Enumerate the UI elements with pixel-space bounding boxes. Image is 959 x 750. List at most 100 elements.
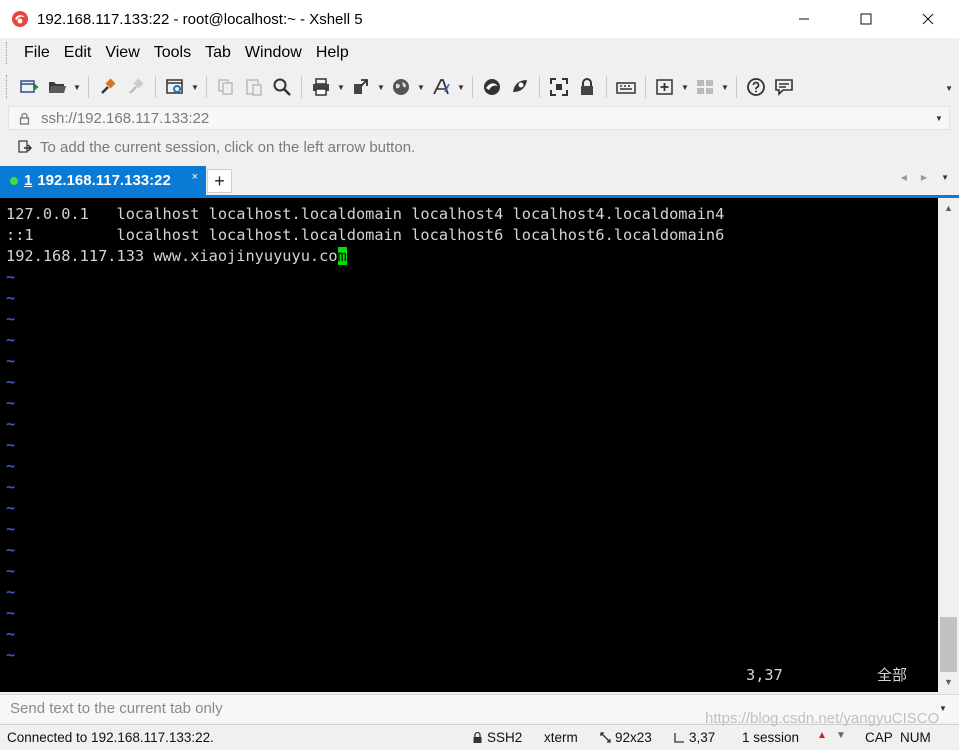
chat-bubble-icon <box>775 79 793 96</box>
tab-navigation: ◀ ▶ ▼ <box>901 173 949 182</box>
empty-line-tilde: ~ <box>6 541 16 559</box>
encoding-button[interactable] <box>387 73 415 101</box>
terminal-size-status: 92x23 <box>600 730 652 745</box>
scroll-up-icon[interactable]: ▲ <box>938 200 959 216</box>
new-session-button[interactable] <box>15 73 43 101</box>
menu-edit[interactable]: Edit <box>57 44 99 62</box>
layout-dropdown[interactable]: ▼ <box>719 73 731 101</box>
window-title: 192.168.117.133:22 - root@localhost:~ - … <box>37 10 363 28</box>
empty-line-tilde: ~ <box>6 499 16 517</box>
feedback-button[interactable] <box>770 73 798 101</box>
cursor-status: 3,37 <box>674 730 715 745</box>
close-window-button[interactable] <box>897 0 959 38</box>
xftp-button[interactable] <box>478 73 506 101</box>
scroll-down-icon[interactable]: ▼ <box>938 674 959 690</box>
add-tab-button[interactable]: + <box>207 169 232 193</box>
menu-tools[interactable]: Tools <box>147 44 198 62</box>
add-session-arrow-icon[interactable] <box>18 140 34 154</box>
print-button[interactable] <box>307 73 335 101</box>
print-dropdown[interactable]: ▼ <box>335 73 347 101</box>
protocol-label: SSH2 <box>487 730 523 745</box>
properties-button[interactable] <box>161 73 189 101</box>
plug-icon <box>101 78 116 94</box>
menu-file[interactable]: File <box>17 44 57 62</box>
layout-button[interactable] <box>691 73 719 101</box>
xmanager-icon <box>513 80 527 92</box>
protocol-status: SSH2 <box>472 730 522 745</box>
new-session-icon <box>20 80 38 93</box>
toolbar-overflow-icon[interactable]: ▼ <box>945 84 953 93</box>
help-icon <box>747 78 765 96</box>
menu-help[interactable]: Help <box>309 44 356 62</box>
toolbar-separator <box>155 76 156 98</box>
menu-window[interactable]: Window <box>238 44 309 62</box>
tab-next-icon[interactable]: ▶ <box>921 173 927 182</box>
terminal-screen[interactable]: 127.0.0.1 localhost localhost.localdomai… <box>0 198 938 692</box>
empty-line-tilde: ~ <box>6 646 16 664</box>
session-hint-bar: To add the current session, click on the… <box>8 134 950 160</box>
terminal-cursor: m <box>337 247 347 265</box>
resize-icon <box>600 732 611 743</box>
font-button[interactable] <box>427 73 455 101</box>
transfer-dropdown[interactable]: ▼ <box>375 73 387 101</box>
empty-line-tilde: ~ <box>6 373 16 391</box>
unplug-icon <box>129 78 144 94</box>
toolbar-separator <box>88 76 89 98</box>
copy-icon <box>218 79 233 95</box>
empty-line-tilde: ~ <box>6 310 16 328</box>
lock-icon <box>581 78 593 95</box>
tab-close-icon[interactable]: × <box>192 171 198 183</box>
terminal-line: ::1 localhost localhost.localdomain loca… <box>6 226 725 244</box>
copy-button[interactable] <box>212 73 240 101</box>
disconnect-button[interactable] <box>122 73 150 101</box>
properties-dropdown[interactable]: ▼ <box>189 73 201 101</box>
cursor-position-icon <box>674 733 684 743</box>
empty-line-tilde: ~ <box>6 331 16 349</box>
xshell-logo-icon <box>12 11 28 27</box>
open-button[interactable] <box>43 73 71 101</box>
terminal-line: 192.168.117.133 www.xiaojinyuyuyu.com <box>6 246 347 267</box>
minimize-button[interactable] <box>773 0 835 38</box>
xmanager-button[interactable] <box>506 73 534 101</box>
terminal-scrollbar[interactable]: ▲ ▼ <box>938 198 959 692</box>
vim-cursor-position: 3,37 <box>746 666 783 684</box>
toolbar-separator <box>539 76 540 98</box>
encoding-dropdown[interactable]: ▼ <box>415 73 427 101</box>
help-button[interactable] <box>742 73 770 101</box>
toolbar-separator <box>736 76 737 98</box>
keyboard-button[interactable] <box>612 73 640 101</box>
empty-line-tilde: ~ <box>6 352 16 370</box>
fullscreen-button[interactable] <box>545 73 573 101</box>
transfer-button[interactable] <box>347 73 375 101</box>
tab-prev-icon[interactable]: ◀ <box>901 173 907 182</box>
empty-line-tilde: ~ <box>6 436 16 454</box>
font-icon <box>433 79 450 95</box>
compose-dropdown-icon[interactable]: ▼ <box>939 704 959 713</box>
tab-session-1[interactable]: 1 192.168.117.133:22 × <box>0 166 206 195</box>
tab-bar: 1 192.168.117.133:22 × + ◀ ▶ ▼ <box>0 164 959 198</box>
menu-tab[interactable]: Tab <box>198 44 238 62</box>
connect-button[interactable] <box>94 73 122 101</box>
address-dropdown-icon[interactable]: ▼ <box>935 114 949 123</box>
compose-input[interactable]: Send text to the current tab only <box>10 700 939 717</box>
empty-line-tilde: ~ <box>6 520 16 538</box>
add-tab-icon <box>656 79 673 95</box>
scroll-thumb[interactable] <box>940 617 957 672</box>
compose-bar[interactable]: Send text to the current tab only ▼ <box>0 694 959 722</box>
lock-button[interactable] <box>573 73 601 101</box>
upload-arrow-icon: ▲ <box>817 730 827 741</box>
paste-button[interactable] <box>240 73 268 101</box>
num-lock-status: NUM <box>900 730 931 745</box>
status-bar: Connected to 192.168.117.133:22. SSH2 xt… <box>0 724 959 750</box>
menu-view[interactable]: View <box>98 44 146 62</box>
maximize-button[interactable] <box>835 0 897 38</box>
new-tab-dropdown[interactable]: ▼ <box>679 73 691 101</box>
new-tab-button[interactable] <box>651 73 679 101</box>
search-icon <box>273 78 291 96</box>
open-dropdown[interactable]: ▼ <box>71 73 83 101</box>
tab-list-icon[interactable]: ▼ <box>941 173 949 182</box>
address-bar[interactable]: ssh://192.168.117.133:22 ▼ <box>8 106 950 130</box>
find-button[interactable] <box>268 73 296 101</box>
address-input[interactable]: ssh://192.168.117.133:22 <box>41 110 935 127</box>
font-dropdown[interactable]: ▼ <box>455 73 467 101</box>
